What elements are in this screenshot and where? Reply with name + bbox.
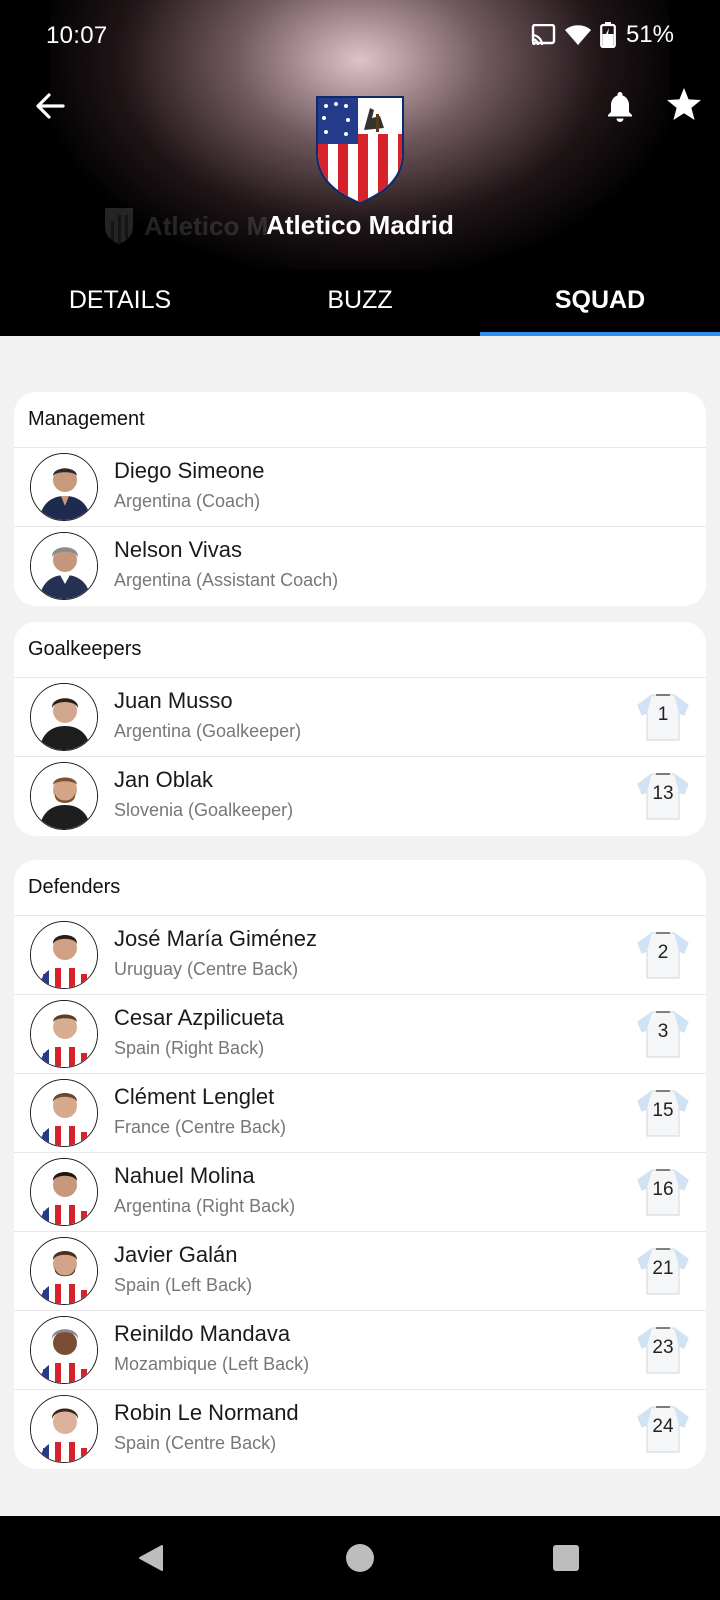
avatar [30, 1158, 98, 1226]
player-row[interactable]: Cesar Azpilicueta Spain (Right Back) 3 [14, 995, 706, 1074]
team-title: Atletico Madrid [266, 210, 454, 240]
avatar [30, 1237, 98, 1305]
wifi-icon [564, 25, 591, 45]
player-row[interactable]: Reinildo Mandava Mozambique (Left Back) … [14, 1311, 706, 1390]
nav-back-icon[interactable] [136, 1542, 168, 1574]
nav-home-icon[interactable] [344, 1542, 376, 1574]
player-info: France (Centre Back) [114, 1117, 287, 1137]
notifications-button[interactable] [598, 84, 642, 128]
player-name: Nahuel Molina [114, 1163, 255, 1188]
shirt-number: 21 [652, 1258, 674, 1279]
player-info: Spain (Right Back) [114, 1038, 265, 1058]
player-name: Clément Lenglet [114, 1084, 275, 1109]
nav-recents-icon[interactable] [552, 1544, 580, 1572]
favorite-button[interactable] [662, 82, 706, 126]
back-button[interactable] [28, 84, 72, 128]
shirt-number: 3 [657, 1021, 669, 1042]
arrow-left-icon [36, 93, 65, 119]
battery-percent: 51% [625, 21, 674, 48]
avatar [30, 1316, 98, 1384]
shirt-number: 1 [657, 704, 669, 725]
section-goalkeepers: Goalkeepers Juan Musso Argentina (Goalke… [14, 622, 706, 836]
player-info: Argentina (Goalkeeper) [114, 721, 302, 741]
player-row[interactable]: Juan Musso Argentina (Goalkeeper) 1 [14, 678, 706, 757]
avatar [30, 532, 98, 600]
cast-icon [531, 24, 556, 46]
avatar [30, 453, 98, 521]
section-title: Defenders [14, 860, 706, 916]
person-name: Diego Simeone [114, 458, 265, 483]
player-info: Slovenia (Goalkeeper) [114, 800, 294, 820]
status-time: 10:07 [46, 22, 108, 49]
player-info: Spain (Left Back) [114, 1275, 253, 1295]
shirt-number: 15 [652, 1100, 674, 1121]
tab-squad[interactable]: SQUAD [480, 282, 720, 336]
star-icon [667, 88, 701, 120]
player-name: Juan Musso [114, 688, 233, 713]
player-row[interactable]: Jan Oblak Slovenia (Goalkeeper) 13 [14, 757, 706, 836]
team-crest-icon [316, 96, 404, 204]
tab-bar: DETAILS BUZZ SQUAD [0, 282, 720, 336]
tab-buzz[interactable]: BUZZ [240, 282, 480, 336]
shirt-number: 13 [652, 783, 674, 804]
shirt-number: 16 [652, 1179, 674, 1200]
player-row[interactable]: Javier Galán Spain (Left Back) 21 [14, 1232, 706, 1311]
tab-details[interactable]: DETAILS [0, 282, 240, 336]
person-row[interactable]: Nelson Vivas Argentina (Assistant Coach) [14, 527, 706, 606]
player-row[interactable]: Clément Lenglet France (Centre Back) 15 [14, 1074, 706, 1153]
shirt-number: 2 [657, 942, 669, 963]
avatar [30, 921, 98, 989]
player-info: Argentina (Right Back) [114, 1196, 296, 1216]
avatar [30, 1079, 98, 1147]
avatar [30, 1395, 98, 1463]
shirt-number: 23 [652, 1337, 674, 1358]
player-name: José María Giménez [114, 926, 317, 951]
player-name: Robin Le Normand [114, 1400, 299, 1425]
player-info: Spain (Centre Back) [114, 1433, 277, 1453]
player-name: Reinildo Mandava [114, 1321, 291, 1346]
player-row[interactable]: Robin Le Normand Spain (Centre Back) 24 [14, 1390, 706, 1469]
system-nav-bar [0, 1516, 720, 1600]
player-row[interactable]: José María Giménez Uruguay (Centre Back)… [14, 916, 706, 995]
avatar [30, 683, 98, 751]
section-defenders: Defenders José María Giménez Uruguay (Ce… [14, 860, 706, 1469]
bell-icon [608, 92, 632, 122]
player-name: Javier Galán [114, 1242, 238, 1267]
status-icons: 51% [530, 20, 674, 50]
team-header: 10:07 51% Atletico M Atletico Madrid DET… [0, 0, 720, 336]
avatar [30, 1000, 98, 1068]
shirt-number: 24 [652, 1416, 674, 1437]
section-management: Management Diego Simeone Argentina (Coac… [14, 392, 706, 606]
person-name: Nelson Vivas [114, 537, 242, 562]
squad-list[interactable]: Management Diego Simeone Argentina (Coac… [0, 336, 720, 1516]
person-row[interactable]: Diego Simeone Argentina (Coach) [14, 448, 706, 527]
person-info: Argentina (Coach) [114, 491, 261, 511]
player-info: Mozambique (Left Back) [114, 1354, 310, 1374]
player-name: Cesar Azpilicueta [114, 1005, 284, 1030]
player-info: Uruguay (Centre Back) [114, 959, 299, 979]
status-bar: 10:07 51% [0, 0, 720, 72]
section-title: Goalkeepers [14, 622, 706, 678]
battery-icon [600, 22, 616, 48]
section-title: Management [14, 392, 706, 448]
avatar [30, 762, 98, 830]
player-name: Jan Oblak [114, 767, 214, 792]
player-row[interactable]: Nahuel Molina Argentina (Right Back) 16 [14, 1153, 706, 1232]
person-info: Argentina (Assistant Coach) [114, 570, 339, 590]
